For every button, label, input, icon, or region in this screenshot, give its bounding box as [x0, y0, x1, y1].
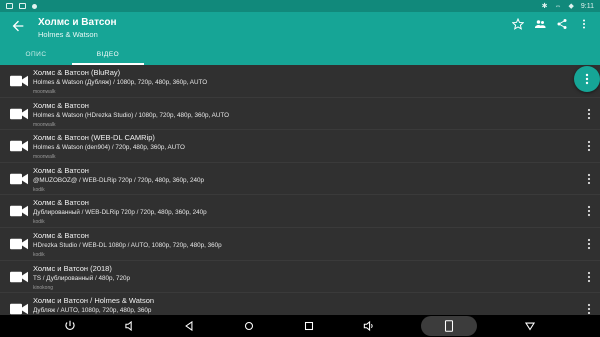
- video-source: moonwalk: [33, 154, 56, 161]
- app-bar: Холмс и Ватсон Holmes & Watson ОПИС ВІДЕ…: [0, 12, 600, 65]
- arrow-left-icon[interactable]: [10, 18, 26, 34]
- menu-down-icon[interactable]: [523, 319, 537, 333]
- video-title: Холмс & Ватсон: [33, 165, 89, 175]
- video-source: kodik: [33, 186, 45, 193]
- more-vertical-icon[interactable]: [586, 238, 592, 250]
- more-vertical-icon[interactable]: [586, 303, 592, 315]
- page-subtitle: Holmes & Watson: [38, 30, 98, 39]
- video-source-row[interactable]: Холмс & Ватсон Holmes & Watson (HDrezka …: [0, 98, 600, 131]
- video-source: kodik: [33, 219, 45, 226]
- usb-icon: [32, 3, 37, 9]
- screenshot-nav-button[interactable]: [421, 316, 478, 336]
- share-icon[interactable]: [556, 18, 568, 30]
- video-title: Холмс и Ватсон (2018): [33, 263, 112, 273]
- video-source-row[interactable]: Холмс & Ватсон Дублированный / WEB-DLRip…: [0, 195, 600, 228]
- video-details: Дубляж / AUTO, 1080p, 720p, 480p, 360p: [33, 307, 152, 315]
- videocam-icon: [10, 108, 28, 119]
- more-vertical-icon[interactable]: [586, 108, 592, 120]
- video-title: Холмс & Ватсон: [33, 230, 89, 240]
- system-nav-bar: [0, 315, 600, 337]
- wifi-icon: ◆: [568, 3, 574, 10]
- video-source-row[interactable]: Холмс и Ватсон (2018) TS / Дублированный…: [0, 261, 600, 294]
- tab-bar: ОПИС ВІДЕО: [0, 44, 144, 65]
- video-list: Холмс & Ватсон (BluRay) Holmes & Watson …: [0, 65, 600, 315]
- videocam-icon: [10, 303, 28, 315]
- video-source: kinokong: [33, 284, 54, 291]
- page-title: Холмс и Ватсон: [38, 17, 117, 28]
- recents-nav-icon[interactable]: [302, 319, 316, 333]
- video-details: @MUZOBOZ@ / WEB-DLRip 720p / 720p, 480p,…: [33, 176, 204, 184]
- power-icon[interactable]: [63, 319, 77, 333]
- back-nav-icon[interactable]: [182, 319, 196, 333]
- video-details: Holmes & Watson (HDrezka Studio) / 1080p…: [33, 111, 230, 119]
- status-bar: ✱ ⇔ ◆ 9:11: [0, 0, 600, 12]
- video-source-row[interactable]: Холмс & Ватсон (BluRay) Holmes & Watson …: [0, 65, 600, 98]
- more-vertical-icon[interactable]: [586, 173, 592, 185]
- videocam-icon: [10, 173, 28, 185]
- video-title: Холмс & Ватсон: [33, 198, 89, 208]
- volume-down-icon[interactable]: [123, 319, 137, 333]
- video-title: Холмс & Ватсон (WEB-DL CAMRip): [33, 133, 155, 143]
- videocam-icon: [10, 238, 28, 250]
- more-vertical-icon: [585, 73, 589, 85]
- home-nav-icon[interactable]: [242, 319, 256, 333]
- video-title: Холмс и Ватсон / Holmes & Watson: [33, 296, 155, 306]
- people-icon[interactable]: [534, 18, 546, 30]
- more-vertical-icon[interactable]: [586, 271, 592, 283]
- videocam-icon: [10, 206, 28, 217]
- video-details: Дублированный / WEB-DLRip 720p / 720p, 4…: [33, 209, 207, 217]
- video-source-row[interactable]: Холмс & Ватсон @MUZOBOZ@ / WEB-DLRip 720…: [0, 163, 600, 196]
- more-vertical-icon[interactable]: [586, 205, 592, 217]
- tab-description[interactable]: ОПИС: [0, 44, 72, 65]
- video-source-row[interactable]: Холмс & Ватсон HDrezka Studio / WEB-DL 1…: [0, 228, 600, 261]
- star-outline-icon[interactable]: [512, 18, 524, 30]
- ethernet-icon: ⇔: [554, 2, 562, 10]
- more-vertical-icon[interactable]: [586, 140, 592, 152]
- notification-icon: [19, 3, 26, 9]
- status-time: 9:11: [580, 2, 594, 10]
- bluetooth-icon: ✱: [541, 3, 548, 10]
- video-source-row[interactable]: Холмс & Ватсон (WEB-DL CAMRip) Holmes & …: [0, 130, 600, 163]
- video-source: kodik: [33, 251, 45, 258]
- video-source: moonwalk: [33, 89, 56, 95]
- video-source: moonwalk: [33, 121, 56, 128]
- floating-more-button[interactable]: [574, 66, 600, 92]
- screenshot-icon: [445, 320, 454, 332]
- tab-video[interactable]: ВІДЕО: [72, 44, 144, 65]
- gallery-notification-icon: [6, 3, 13, 9]
- videocam-icon: [10, 271, 28, 282]
- video-title: Холмс & Ватсон: [33, 100, 89, 110]
- video-details: Holmes & Watson (den904) / 720p, 480p, 3…: [33, 144, 185, 152]
- video-details: TS / Дублированный / 480p, 720p: [33, 274, 130, 282]
- video-details: HDrezka Studio / WEB-DL 1080p / AUTO, 10…: [33, 241, 222, 249]
- videocam-icon: [10, 75, 28, 87]
- video-source-row[interactable]: Холмс и Ватсон / Holmes & Watson Дубляж …: [0, 293, 600, 315]
- videocam-icon: [10, 140, 28, 152]
- video-title: Холмс & Ватсон (BluRay): [33, 68, 121, 77]
- more-vertical-icon[interactable]: [578, 18, 590, 30]
- volume-up-icon[interactable]: [362, 319, 376, 333]
- video-details: Holmes & Watson (Дубляж) / 1080p, 720p, …: [33, 79, 208, 86]
